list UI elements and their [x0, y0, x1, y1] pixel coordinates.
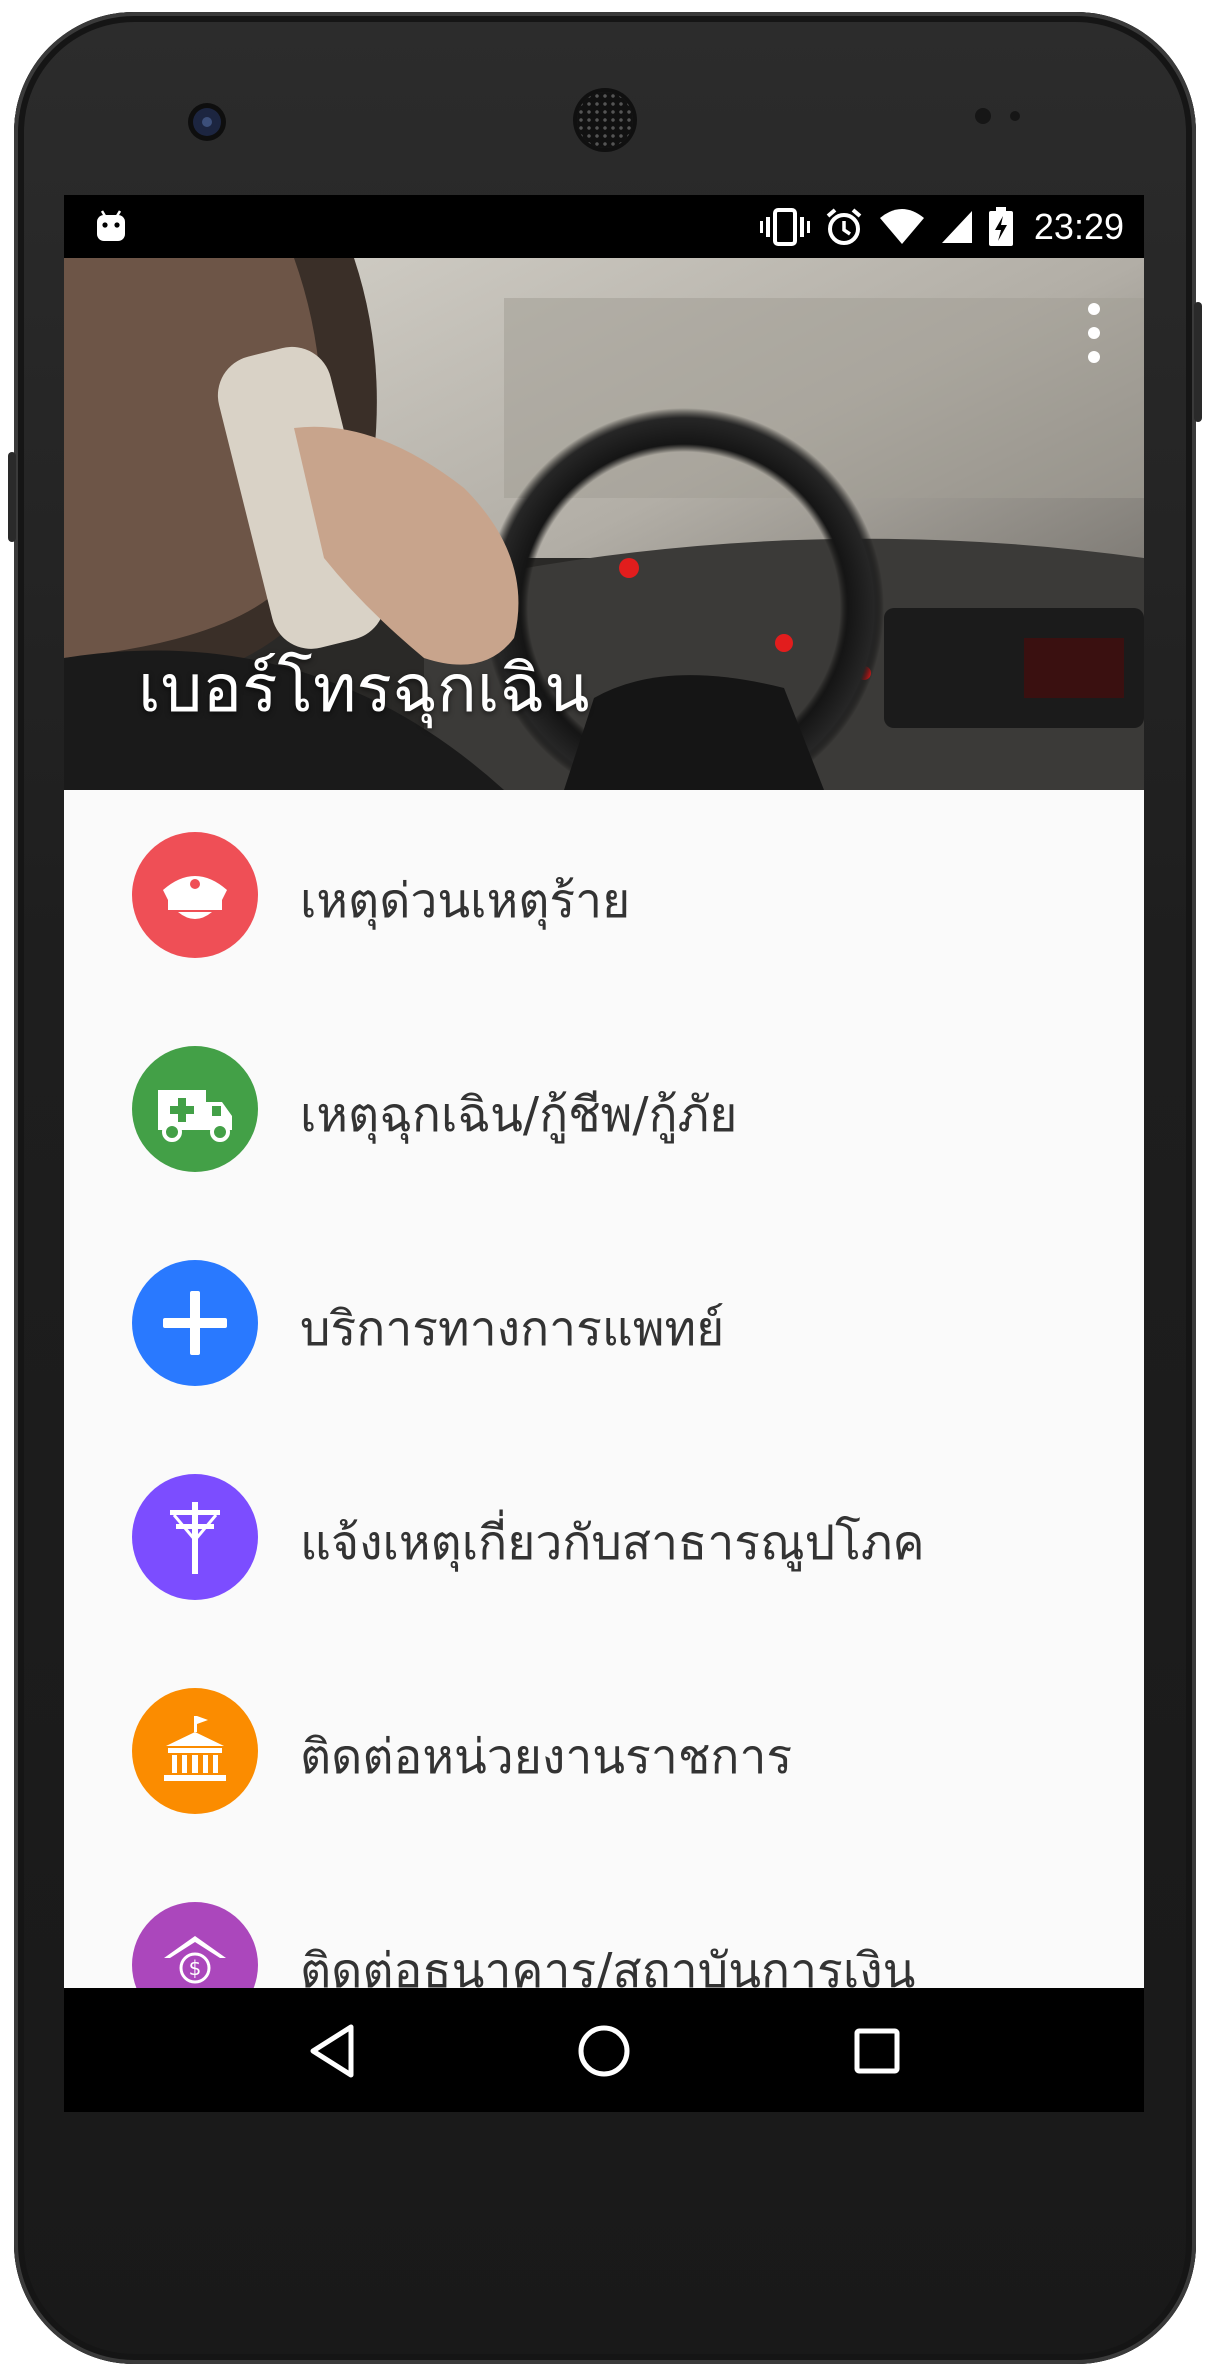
side-button: [1194, 302, 1202, 422]
status-bar: 23:29: [64, 195, 1144, 258]
header-image: เบอร์โทรฉุกเฉิน: [64, 258, 1144, 790]
list-item-label: ติดต่อหน่วยงานราชการ: [300, 1729, 793, 1785]
back-icon[interactable]: [297, 2016, 367, 2086]
navigation-bar: [64, 1988, 1144, 2112]
list-item-medical[interactable]: บริการทางการแพทย์: [64, 1218, 1144, 1432]
earpiece-speaker: [577, 92, 633, 148]
list-item-label: เหตุด่วนเหตุร้าย: [300, 873, 631, 929]
light-sensor: [1010, 111, 1020, 121]
medical-plus-icon: [132, 1260, 258, 1386]
list-item-label: เหตุฉุกเฉิน/กู้ชีพ/กู้ภัย: [300, 1087, 738, 1143]
svg-text:$: $: [189, 1956, 202, 1980]
front-camera: [193, 108, 221, 136]
android-icon: [97, 210, 125, 241]
overflow-menu-icon[interactable]: [1082, 303, 1106, 363]
list-item-icon-circle: [132, 832, 258, 958]
list-item-police[interactable]: เหตุด่วนเหตุร้าย: [64, 790, 1144, 1004]
wifi-icon: [879, 208, 924, 244]
cell-signal-icon: [941, 210, 972, 243]
status-icons: 23:29: [759, 195, 1124, 258]
alarm-icon: [826, 207, 862, 245]
proximity-sensor: [975, 108, 991, 124]
list-item-icon-circle: [132, 1688, 258, 1814]
home-icon[interactable]: [569, 2016, 639, 2086]
list-item-icon-circle: [132, 1046, 258, 1172]
list-item-utilities[interactable]: แจ้งเหตุเกี่ยวกับสาธารณูปโภค: [64, 1432, 1144, 1646]
list-item-label: แจ้งเหตุเกี่ยวกับสาธารณูปโภค: [300, 1515, 925, 1571]
list-item-icon-circle: [132, 1474, 258, 1600]
clock: 23:29: [1033, 205, 1124, 247]
utility-pole-icon: [132, 1474, 258, 1600]
page-title: เบอร์โทรฉุกเฉิน: [138, 650, 590, 727]
list-item-ambulance[interactable]: เหตุฉุกเฉิน/กู้ชีพ/กู้ภัย: [64, 1004, 1144, 1218]
recents-icon[interactable]: [842, 2016, 912, 2086]
government-building-icon: [132, 1688, 258, 1814]
list-item-government[interactable]: ติดต่อหน่วยงานราชการ: [64, 1646, 1144, 1860]
vibrate-icon: [759, 207, 810, 246]
list-item-label: บริการทางการแพทย์: [300, 1301, 725, 1357]
battery-charging-icon: [988, 206, 1013, 246]
ambulance-icon: [132, 1046, 258, 1172]
police-cap-icon: [132, 832, 258, 958]
side-button: [8, 452, 16, 542]
list-item-icon-circle: [132, 1260, 258, 1386]
screen: 23:29 เบอร์โทรฉุกเฉิน เหตุด่วนเหตุร้าย เ…: [64, 195, 1144, 2112]
